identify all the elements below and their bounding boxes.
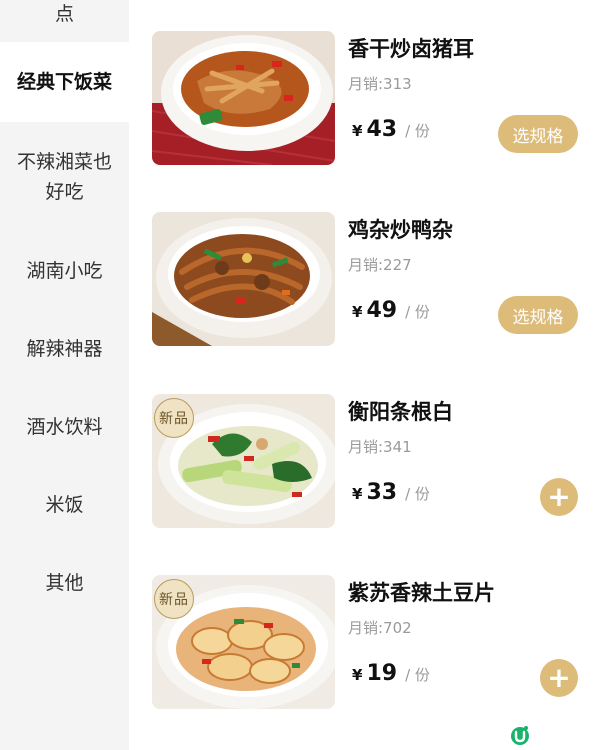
currency-symbol: ¥	[352, 666, 363, 684]
u-logo-icon	[509, 724, 531, 746]
sidebar-item-classic-rice-dishes[interactable]: 经典下饭菜	[0, 42, 129, 122]
dish-name: 紫苏香辣土豆片	[348, 581, 495, 605]
price-unit: / 份	[405, 303, 430, 321]
dish-monthly-sales: 月销:702	[348, 619, 412, 637]
currency-symbol: ¥	[352, 485, 363, 503]
price-unit: / 份	[405, 122, 430, 140]
price-amount: 43	[366, 117, 398, 142]
sidebar-item-label: 解辣神器	[26, 338, 103, 360]
dish-card[interactable]: 新品 衡阳条根白 月销:341 ¥ 33 / 份 +	[152, 394, 592, 528]
dish-name: 衡阳条根白	[348, 400, 453, 424]
dish-price: ¥ 33 / 份	[352, 480, 430, 505]
sidebar-item-label: 其他	[45, 572, 84, 594]
dish-photo[interactable]	[152, 31, 335, 165]
price-unit: / 份	[405, 485, 430, 503]
dish-monthly-sales: 月销:341	[348, 438, 412, 456]
sidebar-item-dian[interactable]: 点	[0, 0, 129, 40]
dish-monthly-sales: 月销:227	[348, 256, 412, 274]
sidebar-item-label: 湖南小吃	[26, 260, 103, 282]
dish-monthly-sales: 月销:313	[348, 75, 412, 93]
price-amount: 19	[366, 661, 398, 686]
dish-card[interactable]: 鸡杂炒鸭杂 月销:227 ¥ 49 / 份 选规格	[152, 212, 592, 346]
sidebar-item-drinks[interactable]: 酒水饮料	[0, 388, 129, 466]
sidebar-item-label: 点	[54, 3, 74, 25]
currency-symbol: ¥	[352, 122, 363, 140]
sidebar-item-mild-hunan[interactable]: 不辣湘菜也好吃	[0, 122, 129, 232]
dish-photo[interactable]: 新品	[152, 575, 335, 709]
dish-price: ¥ 19 / 份	[352, 661, 430, 686]
select-spec-button[interactable]: 选规格	[498, 296, 578, 334]
sidebar-item-other[interactable]: 其他	[0, 544, 129, 622]
dish-name: 香干炒卤猪耳	[348, 37, 474, 61]
dish-photo[interactable]	[152, 212, 335, 346]
dish-name: 鸡杂炒鸭杂	[348, 218, 453, 242]
dish-card[interactable]: 新品 紫苏香辣土豆片 月销:702 ¥ 19 / 份 +	[152, 575, 592, 709]
dish-card[interactable]: 香干炒卤猪耳 月销:313 ¥ 43 / 份 选规格	[152, 31, 592, 165]
add-to-cart-button[interactable]: +	[540, 478, 578, 516]
dish-photo[interactable]: 新品	[152, 394, 335, 528]
category-sidebar: 点 经典下饭菜 不辣湘菜也好吃 湖南小吃 解辣神器 酒水饮料 米饭 其他	[0, 0, 129, 750]
new-badge: 新品	[154, 579, 194, 619]
add-to-cart-button[interactable]: +	[540, 659, 578, 697]
sidebar-item-spice-relief[interactable]: 解辣神器	[0, 310, 129, 388]
price-unit: / 份	[405, 666, 430, 684]
price-amount: 33	[366, 480, 398, 505]
new-badge: 新品	[154, 398, 194, 438]
currency-symbol: ¥	[352, 303, 363, 321]
sidebar-item-label: 米饭	[45, 494, 84, 516]
price-amount: 49	[366, 298, 398, 323]
sidebar-item-rice[interactable]: 米饭	[0, 466, 129, 544]
dish-price: ¥ 49 / 份	[352, 298, 430, 323]
select-spec-button[interactable]: 选规格	[498, 115, 578, 153]
dish-price: ¥ 43 / 份	[352, 117, 430, 142]
sidebar-item-label: 经典下饭菜	[16, 71, 112, 93]
sidebar-item-label: 不辣湘菜也好吃	[16, 151, 112, 203]
sidebar-item-label: 酒水饮料	[26, 416, 103, 438]
sidebar-item-hunan-snacks[interactable]: 湖南小吃	[0, 232, 129, 310]
